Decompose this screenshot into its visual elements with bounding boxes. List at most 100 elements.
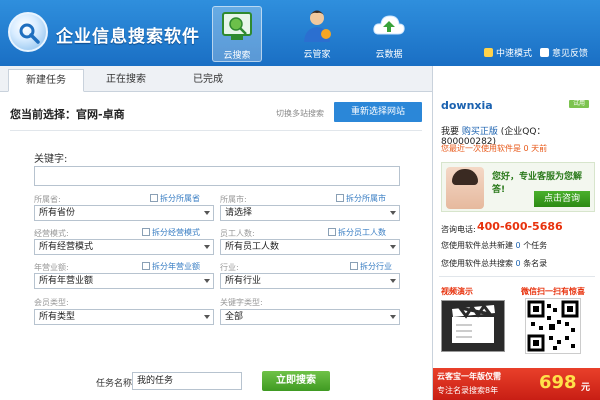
nav-cloud-search-label: 云搜索 [223,51,251,61]
app-header: 企业信息搜索软件 云搜索 云管家 云数据 中速模式 意见反馈 [0,0,600,66]
username: downxia [441,99,493,112]
nav-cloud-manager-label: 云管家 [303,50,331,60]
stat-tasks: 您使用软件总共新建 0 个任务 [441,240,547,251]
promo-price: 698 [539,372,577,393]
city-select[interactable]: 请选择 [220,205,400,221]
revenue-value: 所有年营业额 [39,276,94,286]
split-industry-checkbox[interactable]: 拆分行业 [350,261,392,272]
chevron-down-icon [390,315,396,319]
stat-records: 您使用软件总共搜索 0 条名录 [441,258,547,269]
chevron-down-icon [390,211,396,215]
clapperboard-icon [452,303,495,343]
video-demo-label: 视频演示 [441,287,473,296]
chevron-down-icon [204,279,210,283]
tab-new-task[interactable]: 新建任务 [8,69,84,92]
nav-cloud-data[interactable]: 云数据 [364,6,414,62]
checkbox-icon [150,194,158,202]
promo-line-1: 云客宝一年版仅需 [437,372,501,381]
keyword-type-value: 全部 [225,312,244,322]
checkbox-icon [142,228,150,236]
province-value: 所有省份 [39,208,76,218]
chevron-down-icon [204,211,210,215]
promo-line-2: 专注名录搜索8年 [437,386,499,395]
checkbox-icon [350,262,358,270]
nav-cloud-manager[interactable]: 云管家 [292,6,342,62]
tab-completed[interactable]: 已完成 [170,69,246,92]
member-type-select[interactable]: 所有类型 [34,309,214,325]
last-used-notice: 您最近一次使用软件是 0 天前 [441,144,548,153]
feedback-label: 意见反馈 [552,49,589,59]
multi-site-switch-link[interactable]: 切换多站搜索 [276,108,324,119]
reselect-site-button[interactable]: 重新选择网站 [334,102,422,122]
split-city-checkbox[interactable]: 拆分所属市 [336,193,386,204]
promo-price-unit: 元 [581,383,591,393]
chevron-down-icon [204,245,210,249]
purchase-prefix: 我要 [441,127,460,137]
stat-records-suffix: 条名录 [523,259,548,268]
city-value: 请选择 [225,208,253,218]
nav-cloud-data-label: 云数据 [375,50,403,60]
checkbox-icon [142,262,150,270]
start-search-button[interactable]: 立即搜索 [262,371,330,391]
split-revenue-checkbox[interactable]: 拆分年营业额 [142,261,200,272]
split-city-label: 拆分所属市 [346,194,386,203]
support-agent-avatar [446,167,484,209]
nav-cloud-search[interactable]: 云搜索 [212,6,262,62]
split-staff-count-checkbox[interactable]: 拆分员工人数 [328,227,386,238]
new-task-panel: 您当前选择：官网-卓商 切换多站搜索 重新选择网站 关键字: 所属省: 拆分所属… [0,92,432,400]
province-select[interactable]: 所有省份 [34,205,214,221]
stat-tasks-value: 0 [515,241,521,250]
app-title: 企业信息搜索软件 [56,27,200,47]
tab-searching[interactable]: 正在搜索 [88,69,164,92]
checkbox-icon [328,228,336,236]
staff-count-label: 员工人数: [220,229,255,238]
staff-count-value: 所有员工人数 [225,242,280,252]
chevron-down-icon [390,245,396,249]
business-mode-value: 所有经营模式 [39,242,94,252]
account-sidebar: downxia 试用 我要 购买正版 (企业QQ：800000282) 您最近一… [432,66,600,400]
split-province-label: 拆分所属省 [160,194,200,203]
keyword-type-select[interactable]: 全部 [220,309,400,325]
task-name-input[interactable]: 我的任务 [132,372,242,390]
speed-mode-label: 中速模式 [496,49,533,59]
task-name-label: 任务名称 [96,379,133,389]
business-mode-select[interactable]: 所有经营模式 [34,239,214,255]
split-province-checkbox[interactable]: 拆分所属省 [150,193,200,204]
stat-records-value: 0 [515,259,521,268]
split-revenue-label: 拆分年营业额 [152,262,200,271]
chevron-down-icon [204,315,210,319]
wechat-promo-label: 微信扫一扫有惊喜 [521,287,585,296]
user-assistant-icon [299,8,335,44]
split-business-mode-label: 拆分经营模式 [152,228,200,237]
trial-badge: 试用 [569,100,589,108]
speed-mode-link[interactable]: 中速模式 [484,46,532,59]
cloud-upload-icon [371,8,407,44]
revenue-select[interactable]: 所有年营业额 [34,273,214,289]
video-demo-thumbnail[interactable] [441,300,505,352]
promo-banner[interactable]: 云客宝一年版仅需 专注名录搜索8年 698 元 [433,368,600,400]
stat-records-prefix: 您使用软件总共搜索 [441,259,513,268]
keyword-input[interactable] [34,166,400,186]
industry-select[interactable]: 所有行业 [220,273,400,289]
member-type-label: 会员类型: [34,298,69,307]
support-banner: 您好，专业客服为您解答! 点击咨询 [441,162,595,212]
speed-icon [484,48,493,57]
app-logo-icon [8,12,48,52]
purchase-link[interactable]: 购买正版 [462,127,498,137]
city-label: 所属市: [220,195,247,204]
hotline-label: 咨询电话: [441,225,476,234]
feedback-link[interactable]: 意见反馈 [540,46,588,59]
hotline-number: 400-600-5686 [477,220,563,233]
split-business-mode-checkbox[interactable]: 拆分经营模式 [142,227,200,238]
task-tabbar: 新建任务 正在搜索 已完成 [0,66,432,92]
feedback-icon [540,48,549,57]
consult-button[interactable]: 点击咨询 [534,191,590,207]
stat-tasks-prefix: 您使用软件总共新建 [441,241,513,250]
checkbox-icon [336,194,344,202]
staff-count-select[interactable]: 所有员工人数 [220,239,400,255]
stat-tasks-suffix: 个任务 [523,241,548,250]
keyword-type-label: 关键字类型: [220,298,263,307]
industry-value: 所有行业 [225,276,262,286]
province-label: 所属省: [34,195,61,204]
keyword-label: 关键字: [34,154,68,165]
